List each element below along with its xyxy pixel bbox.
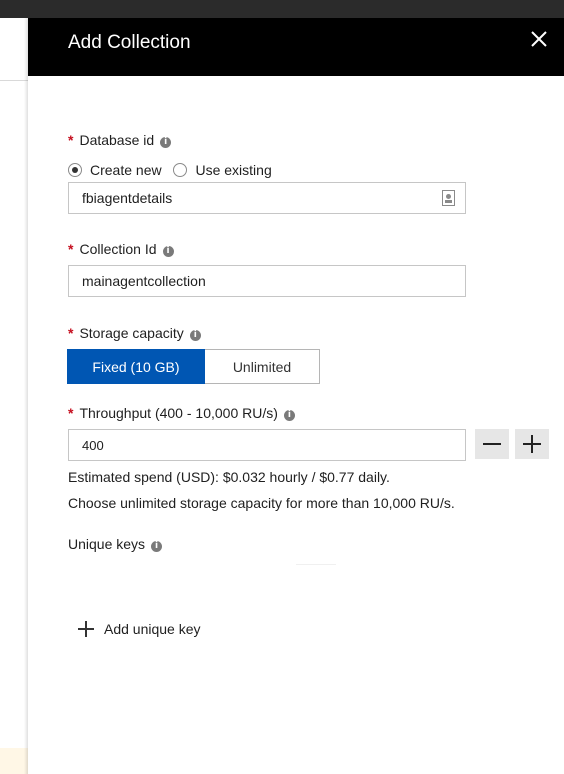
throughput-hint: Choose unlimited storage capacity for mo… — [68, 495, 455, 511]
blade-header: Add Collection — [28, 18, 564, 76]
database-id-label: * Database id i — [68, 132, 172, 148]
collection-id-label: * Collection Id i — [68, 241, 174, 257]
create-new-radio[interactable] — [68, 163, 82, 177]
info-icon[interactable]: i — [151, 541, 163, 552]
app-top-bar — [0, 0, 564, 18]
decrement-button[interactable] — [475, 429, 509, 459]
required-marker: * — [68, 325, 74, 341]
unlimited-storage-button[interactable]: Unlimited — [205, 349, 320, 384]
storage-capacity-toggle: Fixed (10 GB) Unlimited — [67, 349, 320, 384]
blade-title: Add Collection — [68, 32, 191, 53]
storage-capacity-label: * Storage capacity i — [68, 325, 201, 341]
add-collection-blade: Add Collection * Database id i Create new … — [28, 18, 564, 774]
throughput-label: * Throughput (400 - 10,000 RU/s) i — [68, 405, 295, 421]
estimated-spend: Estimated spend (USD): $0.032 hourly / $… — [68, 469, 390, 485]
throughput-input[interactable] — [69, 430, 465, 460]
info-icon[interactable]: i — [283, 410, 295, 421]
info-icon[interactable]: i — [189, 330, 201, 341]
throughput-field — [68, 429, 466, 461]
use-existing-radio[interactable] — [173, 163, 188, 177]
info-icon[interactable]: i — [162, 246, 174, 257]
collection-id-input[interactable] — [69, 266, 465, 296]
minus-icon — [483, 443, 501, 445]
add-unique-key-button[interactable]: Add unique key — [78, 621, 201, 637]
use-existing-label[interactable]: Use existing — [195, 162, 271, 178]
required-marker: * — [68, 132, 74, 148]
database-id-input[interactable] — [69, 183, 465, 213]
fixed-storage-button[interactable]: Fixed (10 GB) — [67, 349, 205, 384]
close-button[interactable] — [528, 28, 550, 50]
unique-keys-label: Unique keys i — [68, 536, 163, 552]
collection-id-field — [68, 265, 466, 297]
required-marker: * — [68, 241, 74, 257]
create-new-label[interactable]: Create new — [90, 162, 162, 178]
required-marker: * — [68, 405, 74, 421]
increment-button[interactable] — [515, 429, 549, 459]
database-id-field — [68, 182, 466, 214]
plus-icon — [78, 621, 94, 637]
contact-card-icon[interactable] — [442, 190, 455, 206]
database-mode-radios: Create new Use existing — [68, 162, 280, 178]
info-icon[interactable]: i — [160, 137, 172, 148]
close-icon — [531, 31, 547, 47]
